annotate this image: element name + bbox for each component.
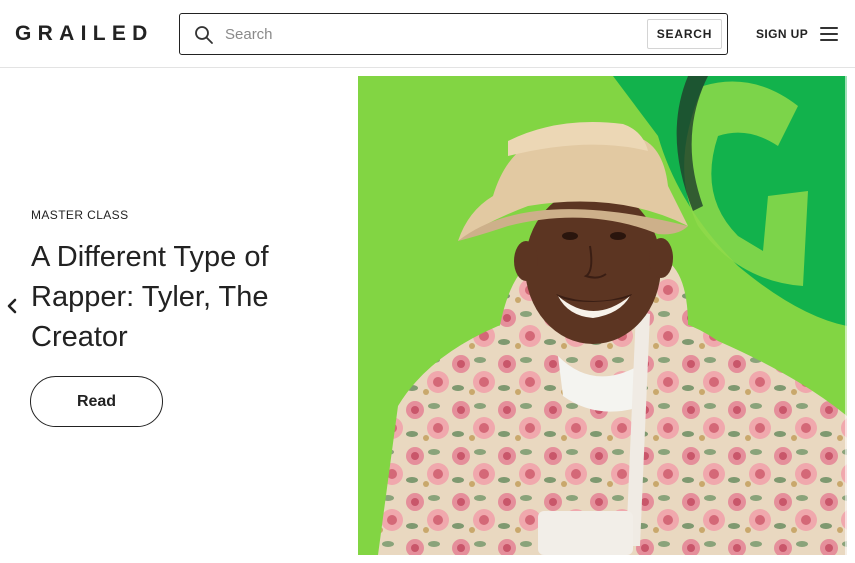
chevron-left-icon[interactable]: [5, 297, 19, 315]
grailed-logo[interactable]: GRAILED: [15, 22, 154, 46]
site-header: GRAILED SEARCH SIGN UP: [0, 0, 855, 68]
search-bar: SEARCH: [179, 13, 728, 55]
read-button[interactable]: Read: [30, 376, 163, 427]
hero-photo-illustration: [358, 76, 847, 555]
sign-up-link[interactable]: SIGN UP: [756, 27, 808, 41]
search-button[interactable]: SEARCH: [647, 19, 722, 49]
feature-hero-image[interactable]: [358, 76, 847, 555]
search-input[interactable]: [225, 22, 645, 46]
feature-headline[interactable]: A Different Type of Rapper: Tyler, The C…: [31, 237, 331, 357]
search-icon: [195, 26, 213, 44]
feature-category: MASTER CLASS: [31, 208, 129, 222]
hamburger-menu-icon[interactable]: [820, 27, 838, 41]
